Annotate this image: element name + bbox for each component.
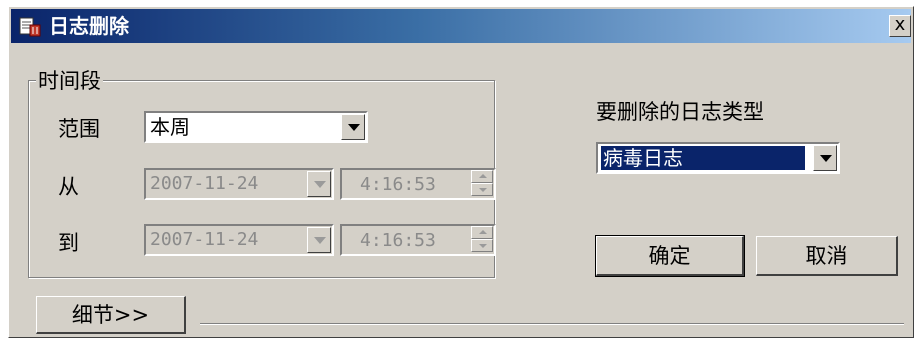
log-delete-icon	[19, 17, 41, 37]
from-date-picker[interactable]: 2007-11-24	[144, 168, 334, 200]
to-time-value: 4:16:53	[360, 230, 436, 251]
range-dropdown-button[interactable]	[341, 114, 365, 140]
to-time-down-button[interactable]	[471, 239, 493, 252]
to-date-value: 2007-11-24	[150, 229, 259, 250]
from-time-down-button[interactable]	[471, 183, 493, 196]
from-date-dropdown-button[interactable]	[307, 171, 331, 197]
cancel-button[interactable]: 取消	[756, 236, 898, 276]
from-label: 从	[58, 175, 79, 199]
to-label: 到	[58, 231, 79, 255]
from-time-value: 4:16:53	[360, 174, 436, 195]
details-separator	[200, 323, 904, 325]
log-type-label: 要删除的日志类型	[596, 100, 764, 124]
to-date-dropdown-button[interactable]	[307, 227, 331, 253]
details-button[interactable]: 细节>>	[36, 296, 186, 334]
title-bar: 日志删除 x	[11, 9, 911, 43]
log-type-select[interactable]: 病毒日志	[596, 142, 840, 174]
to-date-picker[interactable]: 2007-11-24	[144, 224, 334, 256]
range-label: 范围	[58, 117, 100, 141]
chevron-down-icon	[348, 124, 360, 131]
close-button[interactable]: x	[889, 15, 911, 37]
to-time-up-button[interactable]	[471, 226, 493, 239]
chevron-down-icon	[820, 155, 832, 162]
log-type-value: 病毒日志	[600, 145, 806, 171]
from-date-value: 2007-11-24	[150, 173, 259, 194]
arrow-up-icon	[479, 230, 487, 234]
arrow-up-icon	[479, 174, 487, 178]
arrow-down-icon	[479, 188, 487, 192]
range-value: 本周	[150, 115, 190, 139]
from-time-field[interactable]: 4:16:53	[340, 168, 496, 200]
chevron-down-icon	[314, 181, 326, 188]
arrow-down-icon	[479, 244, 487, 248]
time-period-label: 时间段	[36, 69, 103, 93]
log-type-dropdown-button[interactable]	[813, 145, 837, 171]
range-select[interactable]: 本周	[144, 111, 368, 143]
chevron-down-icon	[314, 237, 326, 244]
window-title: 日志删除	[49, 14, 129, 38]
ok-button[interactable]: 确定	[595, 235, 745, 277]
to-time-field[interactable]: 4:16:53	[340, 224, 496, 256]
from-time-up-button[interactable]	[471, 170, 493, 183]
